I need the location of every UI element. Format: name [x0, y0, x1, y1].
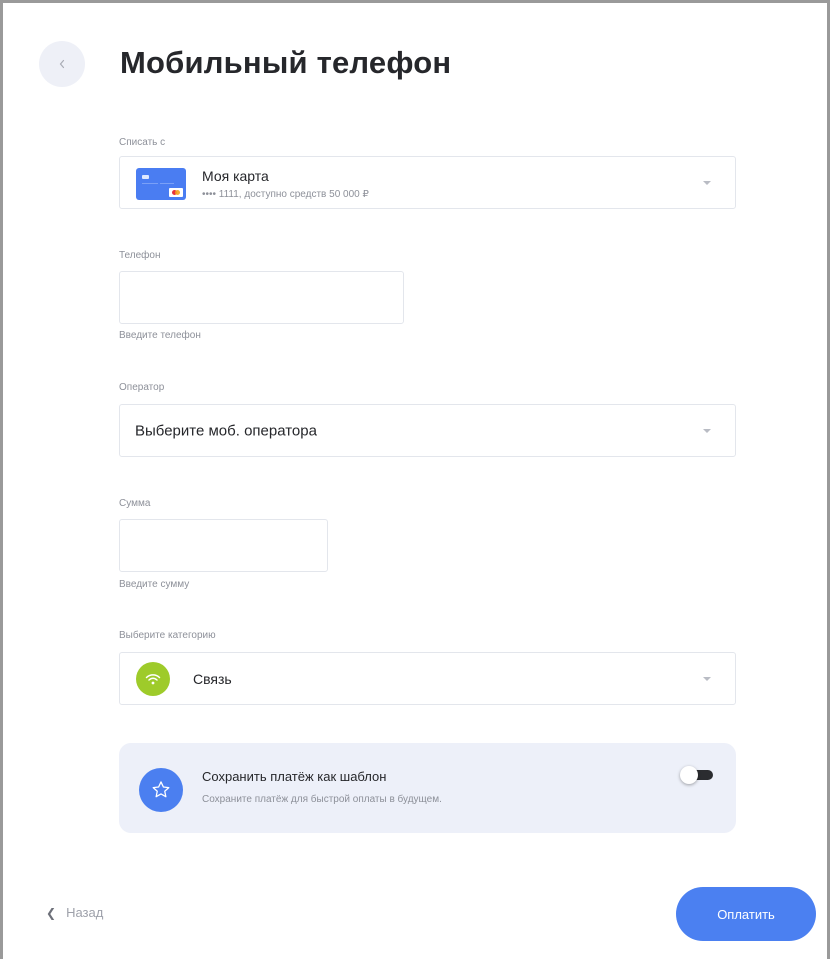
- back-link[interactable]: ❮ Назад: [46, 905, 103, 920]
- amount-hint: Введите сумму: [119, 579, 190, 590]
- category-select[interactable]: Связь: [119, 652, 736, 705]
- category-selected-value: Связь: [193, 670, 232, 687]
- bank-card-icon: [136, 168, 186, 200]
- chevron-down-icon: [703, 676, 711, 681]
- wifi-icon: [145, 674, 161, 685]
- frame-border-top: [0, 0, 830, 3]
- star-icon: [152, 781, 170, 798]
- category-label: Выберите категорию: [119, 630, 216, 641]
- operator-select[interactable]: Выберите моб. оператора: [119, 404, 736, 457]
- phone-label: Телефон: [119, 250, 161, 261]
- category-icon-badge: [136, 662, 170, 696]
- card-details: •••• 1111, доступно средств 50 000 ₽: [202, 189, 369, 200]
- back-button[interactable]: [39, 41, 85, 87]
- operator-label: Оператор: [119, 382, 165, 393]
- amount-input[interactable]: [119, 519, 328, 572]
- page-title: Мобильный телефон: [120, 45, 452, 80]
- source-card-select[interactable]: Моя карта •••• 1111, доступно средств 50…: [119, 156, 736, 209]
- card-name: Моя карта: [202, 168, 269, 184]
- chevron-down-icon: [703, 180, 711, 185]
- frame-border-left: [0, 0, 3, 959]
- chevron-left-icon: [59, 59, 65, 69]
- operator-selected-value: Выберите моб. оператора: [135, 422, 317, 439]
- chevron-down-icon: [703, 428, 711, 433]
- back-link-label: Назад: [66, 905, 104, 920]
- chevron-left-icon: ❮: [46, 905, 57, 920]
- save-template-toggle[interactable]: [680, 766, 713, 784]
- phone-input[interactable]: [119, 271, 404, 324]
- template-title: Сохранить платёж как шаблон: [202, 769, 387, 784]
- toggle-knob: [680, 766, 698, 784]
- source-label: Списать с: [119, 137, 166, 148]
- save-template-panel: Сохранить платёж как шаблон Сохраните пл…: [119, 743, 736, 833]
- pay-button[interactable]: Оплатить: [676, 887, 816, 941]
- amount-label: Сумма: [119, 498, 151, 509]
- template-icon-badge: [139, 768, 183, 812]
- template-subtitle: Сохраните платёж для быстрой оплаты в бу…: [202, 794, 442, 805]
- phone-hint: Введите телефон: [119, 330, 201, 341]
